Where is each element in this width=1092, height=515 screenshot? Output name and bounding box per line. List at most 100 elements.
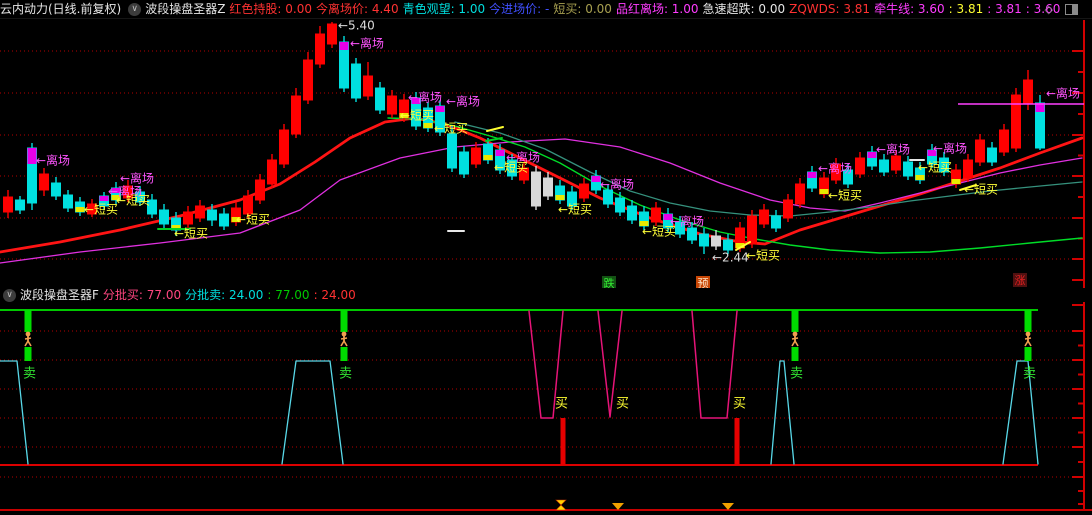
buy-signal-label: ←短买 — [964, 183, 998, 197]
sub-indicator-header: ∨ 波段操盘圣器F 分批买: 77.00 分批卖: 24.00: 77.00: 24.… — [0, 288, 1092, 302]
candle-body — [627, 205, 637, 221]
triangle-down-marker — [612, 503, 624, 510]
exit-signal-label: ←离场 — [120, 171, 154, 186]
stat-item: : 77.00 — [267, 288, 310, 302]
buy-signal-label: ←短买 — [558, 203, 592, 217]
exit-signal-label: ←离场 — [408, 90, 442, 105]
candle-body — [987, 147, 997, 163]
person-icon — [343, 340, 348, 347]
candle-body — [903, 161, 913, 177]
status-badge-text: 涨 — [1015, 274, 1026, 287]
sell-label: 卖 — [790, 367, 803, 382]
magenta-indicator-line — [691, 310, 738, 419]
candle-body — [459, 151, 469, 175]
candle-body — [375, 87, 385, 111]
candle-body — [351, 63, 361, 99]
person-icon — [791, 337, 799, 340]
person-icon — [1024, 337, 1032, 340]
candle-body — [39, 173, 49, 191]
buy-label: 买 — [555, 397, 568, 412]
candle-body — [279, 129, 289, 165]
cyan-indicator-line — [281, 360, 344, 465]
person-icon — [1027, 340, 1032, 347]
price-label: ←2.44 — [712, 251, 749, 265]
triangle-down-marker — [722, 503, 734, 510]
candle-body — [1023, 79, 1033, 104]
candle-body — [63, 194, 73, 209]
person-icon — [1025, 331, 1031, 337]
buy-signal-label: ←短买 — [236, 213, 270, 227]
candle-body — [531, 171, 541, 207]
candle-body — [975, 139, 985, 163]
buy-signal-label: ←短买 — [116, 194, 150, 208]
buy-signal-label: ←短买 — [746, 249, 780, 263]
person-icon — [24, 337, 32, 340]
candle-body — [255, 179, 265, 201]
candle-body — [579, 183, 589, 199]
candle-exit-cap — [495, 150, 505, 156]
sell-label: 卖 — [339, 367, 352, 382]
candle-body — [447, 133, 457, 169]
ma-teal — [454, 121, 1083, 217]
candle-body — [387, 95, 397, 115]
candle-body — [723, 239, 733, 251]
candle-body — [687, 227, 697, 241]
candle-exit-cap — [435, 106, 445, 112]
candle-body — [3, 196, 13, 213]
candle-body — [183, 211, 193, 225]
buy-label: 买 — [616, 397, 629, 412]
candle-buy-cap — [951, 179, 961, 184]
candle-body — [363, 75, 373, 97]
short-segment — [486, 126, 504, 132]
buy-signal-label: ←短买 — [918, 161, 952, 175]
exit-signal-label: ←离场 — [1046, 86, 1080, 101]
candle-body — [51, 182, 61, 197]
person-icon — [341, 331, 347, 337]
stat-item: 分批卖: 24.00 — [185, 288, 264, 302]
candle-body — [315, 33, 325, 65]
buy-signal-label: ←短买 — [84, 203, 118, 217]
candle-body — [699, 233, 709, 247]
candle-body — [243, 195, 253, 215]
candle-body — [471, 147, 481, 165]
candle-buy-cap — [915, 175, 925, 180]
chart-canvas[interactable]: 卖卖卖卖买买买←离场←短买←离场←离场←短买←短买←短买←5.40←离场←离场 ←… — [0, 0, 1092, 515]
exit-signal-label: ←离场 — [876, 142, 910, 157]
subbar-stats: 分批买: 77.00 分批卖: 24.00: 77.00: 24.00 — [103, 288, 360, 302]
price-label: ←5.40 — [338, 19, 375, 33]
hourglass-marker — [555, 499, 567, 506]
chevron-down-icon[interactable]: ∨ — [3, 289, 16, 302]
stat-item: 分批买: 77.00 — [102, 288, 182, 302]
candle-body — [963, 159, 973, 179]
candle-body — [543, 177, 553, 197]
candle-body — [207, 209, 217, 221]
exit-signal-label: ←离场 — [670, 214, 704, 229]
candle-body — [759, 209, 769, 225]
exit-signal-label: ←离场 — [350, 36, 384, 51]
buy-label: 买 — [733, 397, 746, 412]
person-icon — [27, 340, 32, 347]
candle-body — [651, 207, 661, 223]
buy-signal-label: ←短买 — [174, 227, 208, 241]
candle-body — [195, 205, 205, 219]
candle-buy-cap — [423, 123, 433, 128]
candle-body — [615, 197, 625, 213]
candle-body — [879, 159, 889, 173]
sell-label: 卖 — [1023, 367, 1036, 382]
candle-body — [303, 59, 313, 101]
exit-signal-label: ←离场 — [446, 94, 480, 109]
sub-indicator-name: 波段操盘圣器F — [20, 288, 99, 302]
candle-buy-cap — [555, 195, 565, 200]
person-icon — [25, 331, 31, 337]
candle-body — [291, 95, 301, 135]
candle-body — [795, 183, 805, 205]
exit-signal-label: ←离场 — [933, 141, 967, 156]
candle-body — [711, 235, 721, 247]
candle-body — [603, 189, 613, 205]
person-icon — [340, 337, 348, 340]
candle-exit-cap — [339, 42, 349, 50]
candle-body — [15, 199, 25, 211]
candle-body — [771, 215, 781, 229]
person-icon — [792, 331, 798, 337]
stat-item: : 24.00 — [313, 288, 356, 302]
